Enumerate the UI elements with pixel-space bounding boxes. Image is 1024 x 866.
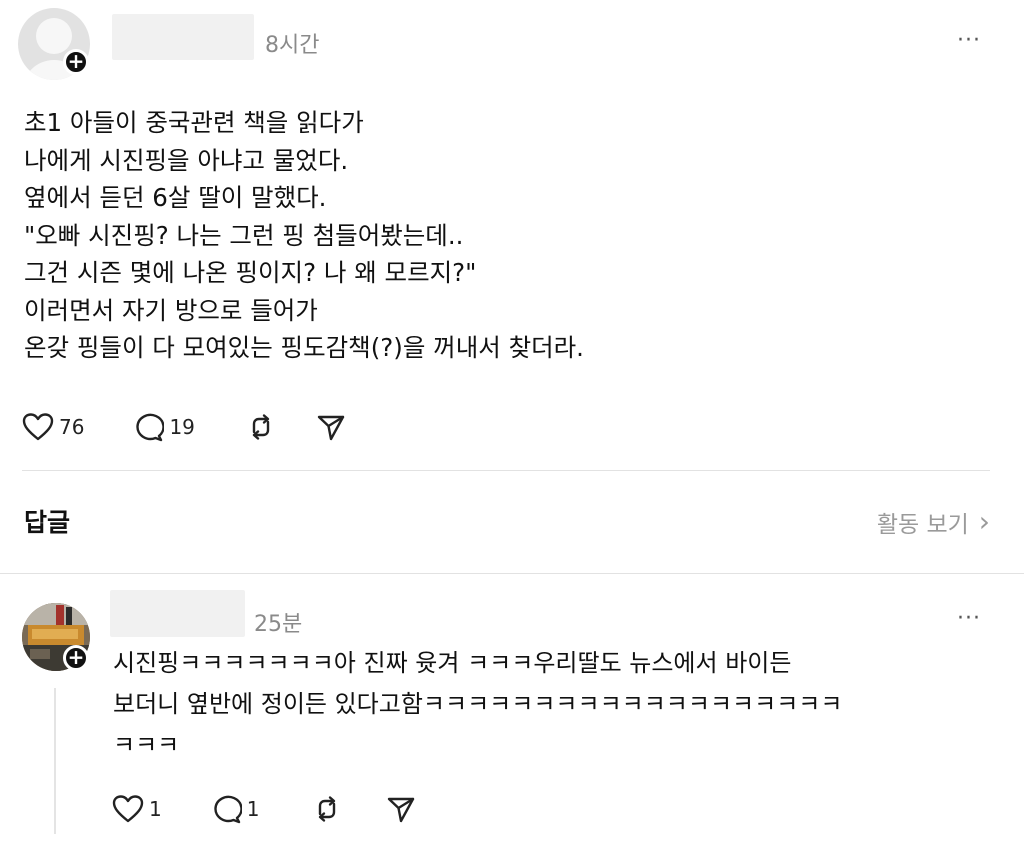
post-share-button[interactable] (315, 412, 347, 442)
post-line: 이러면서 자기 방으로 들어가 (24, 295, 318, 325)
share-icon (388, 797, 415, 823)
section-divider (0, 573, 1024, 574)
view-activity-link[interactable]: 활동 보기 › (877, 505, 990, 539)
post-line: "오빠 시진핑? 나는 그런 핑 첨들어봤는데.. (24, 220, 464, 250)
post-actions-divider (22, 470, 990, 471)
comment-comment-button[interactable]: 1 (210, 794, 260, 824)
post-line: 나에게 시진핑을 아냐고 물었다. (24, 145, 349, 175)
comment-body: 시진핑ㅋㅋㅋㅋㅋㅋㅋ아 진짜 윳겨 ㅋㅋㅋ우리딸도 뉴스에서 바이든 보더니 옆… (113, 643, 1013, 766)
comment-like-button[interactable]: 1 (112, 794, 162, 824)
comment-repost-button[interactable] (311, 794, 343, 824)
comment-line: 시진핑ㅋㅋㅋㅋㅋㅋㅋ아 진짜 윳겨 ㅋㅋㅋ우리딸도 뉴스에서 바이든 (113, 649, 792, 677)
heart-icon (112, 795, 144, 823)
comment-comment-count: 1 (246, 797, 260, 821)
comment-like-count: 1 (149, 797, 162, 821)
comment-icon (214, 795, 242, 824)
post-timestamp: 8시간 (265, 33, 320, 58)
repost-icon (252, 414, 270, 440)
post-comment-count: 19 (169, 415, 195, 439)
comment-more-options-icon[interactable]: ··· (957, 606, 981, 631)
post-actions: 76 19 (22, 412, 347, 442)
comment-author-name-redacted[interactable] (110, 590, 245, 637)
comment-line: 보더니 옆반에 정이든 있다고함ㅋㅋㅋㅋㅋㅋㅋㅋㅋㅋㅋㅋㅋㅋㅋㅋㅋㅋㅋ (113, 690, 843, 718)
post-line: 그건 시즌 몇에 나온 핑이지? 나 왜 모르지?" (24, 258, 477, 287)
post-line: 초1 아들이 중국관련 책을 읽다가 (24, 108, 364, 137)
thread-line (54, 688, 56, 834)
avatar-head-shape (36, 18, 72, 54)
follow-plus-icon[interactable]: + (63, 645, 89, 671)
replies-tab-label[interactable]: 답글 (24, 503, 70, 539)
post-comment-button[interactable]: 19 (132, 412, 195, 442)
post-line: 옆에서 듣던 6살 딸이 말했다. (24, 183, 327, 212)
heart-icon (22, 413, 54, 441)
post-like-button[interactable]: 76 (22, 412, 84, 442)
follow-plus-icon[interactable]: + (63, 49, 89, 75)
post-like-count: 76 (59, 415, 85, 439)
chevron-right-icon: › (978, 505, 990, 538)
post-body: 초1 아들이 중국관련 책을 읽다가 나에게 시진핑을 아냐고 물었다. 옆에서… (24, 104, 984, 367)
share-icon (317, 415, 345, 441)
comment-share-button[interactable] (385, 794, 417, 824)
comment-actions: 1 1 (112, 794, 417, 824)
post-line: 온갖 핑들이 다 모여있는 핑도감책(?)을 꺼내서 찾더라. (24, 333, 584, 362)
post-repost-button[interactable] (245, 412, 277, 442)
view-activity-label: 활동 보기 (876, 512, 969, 538)
post-more-options-icon[interactable]: ··· (957, 28, 981, 53)
post-author-name-redacted[interactable] (112, 14, 254, 60)
comment-line: ㅋㅋㅋ (113, 731, 180, 759)
comment-timestamp: 25분 (254, 612, 303, 637)
repost-icon (319, 796, 336, 822)
comment-icon (136, 413, 165, 442)
